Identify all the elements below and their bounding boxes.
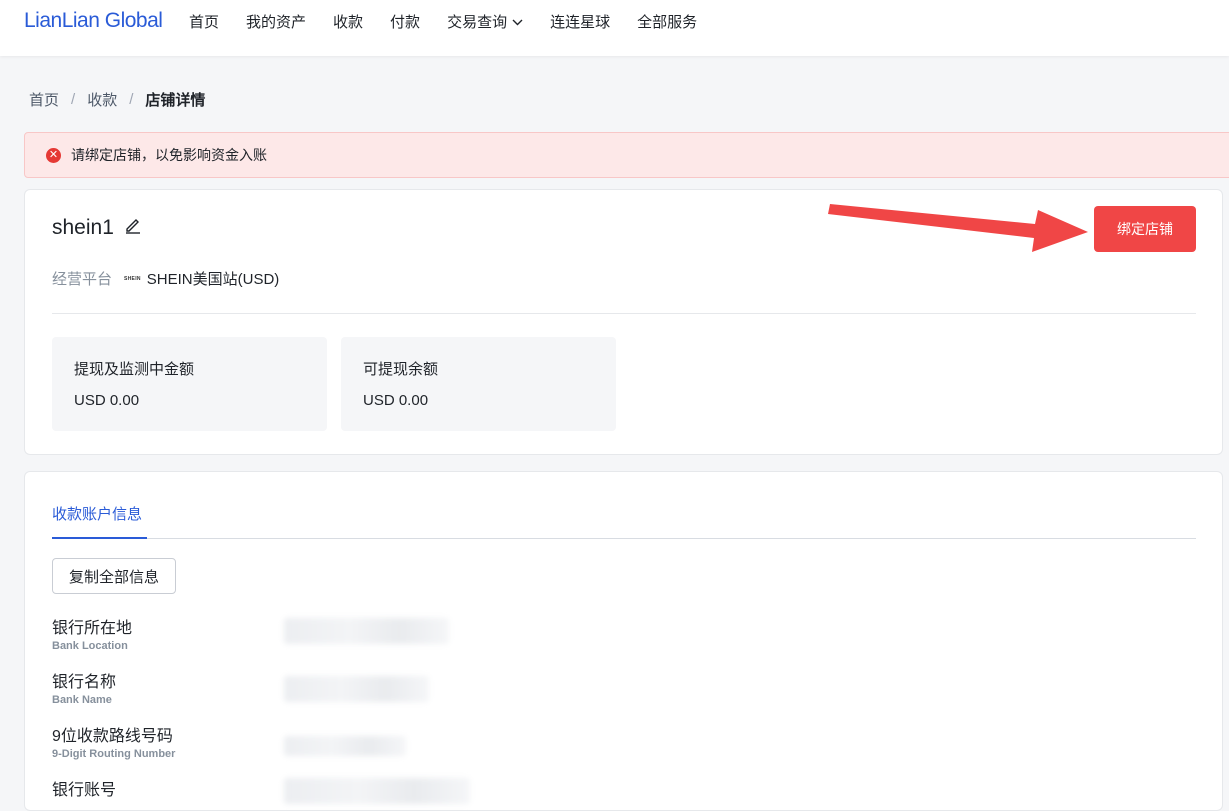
nav-item-receive[interactable]: 收款 xyxy=(333,11,363,32)
nav-item-my-assets[interactable]: 我的资产 xyxy=(246,11,306,32)
platform-label: 经营平台 xyxy=(52,271,113,288)
error-circle-icon: ✕ xyxy=(46,147,61,163)
bind-store-alert: ✕ 请绑定店铺，以免影响资金入账 xyxy=(24,132,1229,178)
nav-item-lianlian-planet[interactable]: 连连星球 xyxy=(550,11,610,32)
redacted-value xyxy=(284,778,470,804)
field-bank-location: 银行所在地 Bank Location xyxy=(52,620,133,652)
stat-value: USD 0.00 xyxy=(74,392,140,409)
tab-active-indicator xyxy=(52,537,147,539)
top-navigation-bar: LianLian Global 首页 我的资产 收款 付款 交易查询 连连星球 … xyxy=(0,0,1229,56)
stat-label: 提现及监测中金额 xyxy=(74,361,195,378)
field-bank-name: 银行名称 Bank Name xyxy=(52,674,117,706)
breadcrumb-home[interactable]: 首页 xyxy=(29,89,59,110)
nav-item-transactions[interactable]: 交易查询 xyxy=(447,11,523,32)
chevron-down-icon xyxy=(512,13,523,30)
bind-store-button[interactable]: 绑定店铺 xyxy=(1094,206,1196,252)
breadcrumb-separator: / xyxy=(71,91,76,108)
copy-all-info-button[interactable]: 复制全部信息 xyxy=(52,558,176,594)
nav-item-home[interactable]: 首页 xyxy=(189,11,219,32)
tab-baseline xyxy=(52,538,1196,539)
divider xyxy=(52,313,1196,314)
breadcrumb-current: 店铺详情 xyxy=(145,92,206,109)
stat-available-balance: 可提现余额 USD 0.00 xyxy=(341,337,616,431)
red-arrow-annotation xyxy=(828,204,1088,252)
shein-logo: SHEIN xyxy=(124,275,141,282)
redacted-value xyxy=(284,618,449,644)
store-name: shein1 xyxy=(52,216,142,240)
field-bank-account: 银行账号 xyxy=(52,782,117,799)
main-nav: 首页 我的资产 收款 付款 交易查询 连连星球 全部服务 xyxy=(189,0,724,42)
field-routing-number: 9位收款路线号码 9-Digit Routing Number xyxy=(52,728,176,760)
redacted-value xyxy=(284,676,429,702)
breadcrumb: 首页 / 收款 / 店铺详情 xyxy=(29,89,205,110)
nav-item-all-services[interactable]: 全部服务 xyxy=(637,11,697,32)
platform-value: SHEIN美国站(USD) xyxy=(146,271,280,288)
lianlian-logo[interactable]: LianLian Global xyxy=(24,9,163,33)
breadcrumb-receive[interactable]: 收款 xyxy=(87,89,117,110)
platform-row: 经营平台 SHEIN SHEIN美国站(USD) xyxy=(52,268,279,289)
breadcrumb-separator: / xyxy=(129,91,134,108)
tab-account-info[interactable]: 收款账户信息 xyxy=(52,503,142,524)
edit-pencil-icon[interactable] xyxy=(124,216,142,240)
stat-withdrawing-amount: 提现及监测中金额 USD 0.00 xyxy=(52,337,327,431)
alert-message: 请绑定店铺，以免影响资金入账 xyxy=(71,147,267,163)
stat-label: 可提现余额 xyxy=(363,361,439,378)
account-info-card: 收款账户信息 复制全部信息 银行所在地 Bank Location 银行名称 B… xyxy=(24,471,1223,811)
nav-item-pay[interactable]: 付款 xyxy=(390,11,420,32)
stat-value: USD 0.00 xyxy=(363,392,429,409)
redacted-value xyxy=(284,736,406,756)
